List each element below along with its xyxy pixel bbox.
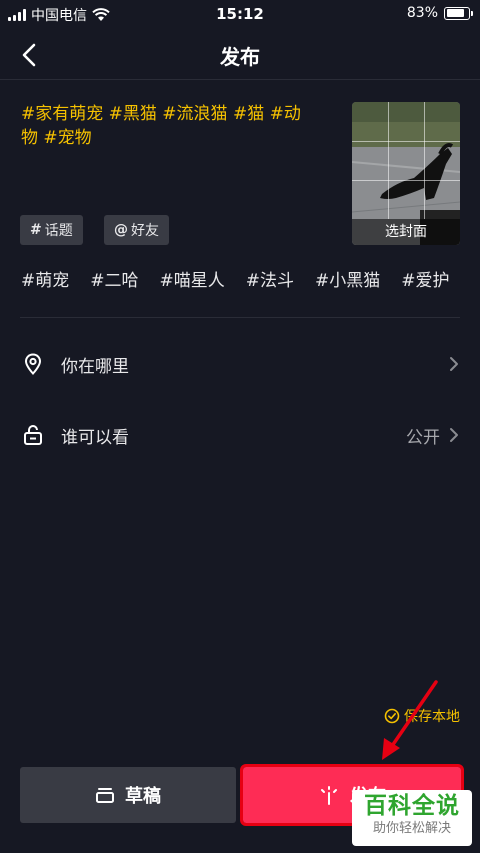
topic-chip-label: 话题 [44, 223, 73, 239]
location-label: 你在哪里 [61, 357, 129, 377]
caption-line: 物 #宠物 [21, 128, 92, 148]
annotation-arrow-icon [382, 680, 438, 760]
page-title: 发布 [220, 45, 260, 69]
watermark-logo: 百科全说 助你轻松解决 [352, 790, 472, 846]
nav-bar: 发布 [0, 28, 480, 80]
draft-button[interactable]: 草稿 [20, 767, 236, 823]
chevron-right-icon [450, 357, 458, 371]
topic-chip[interactable]: # 话题 [20, 215, 83, 245]
visibility-row[interactable]: 谁可以看 公开 [0, 405, 480, 465]
draft-button-label: 草稿 [125, 786, 161, 807]
friends-chip-label: 好友 [131, 223, 159, 239]
location-row[interactable]: 你在哪里 [0, 334, 480, 394]
status-right: 83% [406, 5, 473, 21]
battery-percent: 83% [406, 5, 438, 21]
watermark-title: 百科全说 [364, 793, 460, 819]
sparkle-icon [321, 786, 337, 805]
draft-box-icon [96, 788, 114, 803]
caption-text[interactable]: #家有萌宠 #黑猫 #流浪猫 #猫 #动 物 #宠物 [21, 102, 331, 150]
at-icon: @ [114, 222, 128, 238]
divider [20, 317, 460, 318]
tag-suggestion[interactable]: #喵星人 [160, 266, 225, 291]
caption-line: #家有萌宠 #黑猫 #流浪猫 #猫 #动 [21, 104, 301, 124]
visibility-value: 公开 [406, 428, 440, 448]
unlock-icon [24, 425, 42, 445]
select-cover-label: 选封面 [352, 219, 460, 245]
visibility-label: 谁可以看 [61, 428, 129, 448]
battery-fill [446, 9, 464, 17]
location-pin-icon [24, 353, 42, 375]
tag-suggestion[interactable]: #小黑猫 [315, 266, 380, 291]
watermark-subtitle: 助你轻松解决 [372, 821, 451, 836]
hashtag-icon: # [30, 222, 42, 238]
friends-chip[interactable]: @ 好友 [104, 215, 169, 245]
tag-suggestion[interactable]: #爱护 [401, 266, 449, 291]
cover-thumbnail[interactable]: 选封面 [352, 102, 460, 245]
status-bar: 中国电信 15:12 83% [0, 0, 480, 28]
tag-suggestion[interactable]: #法斗 [246, 266, 294, 291]
tag-suggestion[interactable]: #萌宠 [21, 266, 69, 291]
battery-icon [444, 6, 473, 20]
chevron-right-icon [450, 428, 458, 442]
suggested-tags: #萌宠 #二哈 #喵星人 #法斗 #小黑猫 #爱护 [21, 266, 480, 296]
tag-suggestion[interactable]: #二哈 [90, 266, 138, 291]
